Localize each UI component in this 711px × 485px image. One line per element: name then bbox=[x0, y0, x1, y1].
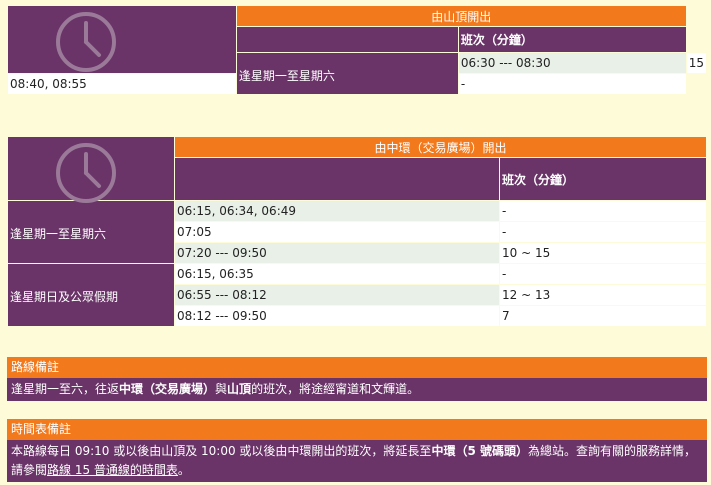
frequency-cell: - bbox=[458, 74, 686, 94]
time-col-header bbox=[175, 158, 499, 200]
note-text: 。 bbox=[177, 463, 190, 477]
timetable-from-peak: 由山頂開出 班次（分鐘） 逢星期一至星期六 06:30 --- 08:30 15… bbox=[7, 5, 707, 95]
frequency-cell: 7 bbox=[500, 306, 706, 326]
frequency-cell: 12 ~ 13 bbox=[500, 285, 706, 305]
frequency-cell: - bbox=[500, 264, 706, 284]
route-note: 路線備註 逢星期一至六，往返中環（交易廣場）與山頂的班次，將途經甯道和文輝道。 bbox=[7, 357, 707, 401]
clock-icon bbox=[56, 143, 116, 203]
route-15-timetable-link[interactable]: 路線 15 普通線的時間表 bbox=[47, 463, 178, 477]
frequency-cell: - bbox=[500, 201, 706, 221]
time-cell: 08:40, 08:55 bbox=[8, 74, 236, 94]
note-text: 逢星期一至六，往返 bbox=[11, 382, 120, 396]
clock-cell bbox=[8, 137, 174, 203]
frequency-col-header: 班次（分鐘） bbox=[458, 27, 686, 52]
note-bold: 中環（5 號碼頭） bbox=[431, 444, 528, 458]
route-note-title: 路線備註 bbox=[7, 357, 707, 378]
time-cell: 07:20 --- 09:50 bbox=[175, 243, 499, 263]
time-cell: 06:15, 06:35 bbox=[175, 264, 499, 284]
day-label: 逢星期日及公眾假期 bbox=[8, 264, 174, 326]
time-cell: 07:05 bbox=[175, 222, 499, 242]
frequency-cell: 15 bbox=[686, 53, 706, 73]
timetable-note: 時間表備註 本路線每日 09:10 或以後由山頂及 10:00 或以後由中環開出… bbox=[7, 419, 707, 482]
frequency-col-header: 班次（分鐘） bbox=[500, 158, 706, 200]
route-note-body: 逢星期一至六，往返中環（交易廣場）與山頂的班次，將途經甯道和文輝道。 bbox=[7, 378, 707, 401]
timetable-from-central: 由中環（交易廣場）開出 班次（分鐘） 逢星期一至星期六 06:15, 06:34… bbox=[7, 136, 707, 327]
note-text: 的班次，將途經甯道和文輝道。 bbox=[251, 382, 420, 396]
note-text: 與 bbox=[215, 382, 228, 396]
time-col-header bbox=[236, 27, 458, 52]
timetable-note-body: 本路線每日 09:10 或以後由山頂及 10:00 或以後由中環開出的班次，將延… bbox=[7, 440, 707, 482]
time-cell: 06:15, 06:34, 06:49 bbox=[175, 201, 499, 221]
day-label: 逢星期一至星期六 bbox=[236, 53, 458, 94]
timetable-note-title: 時間表備註 bbox=[7, 419, 707, 440]
table-header: 由山頂開出 bbox=[236, 6, 686, 26]
note-bold: 山頂 bbox=[227, 382, 252, 396]
time-cell: 06:30 --- 08:30 bbox=[458, 53, 686, 73]
time-cell: 08:12 --- 09:50 bbox=[175, 306, 499, 326]
note-bold: 中環（交易廣場） bbox=[119, 382, 216, 396]
clock-cell bbox=[8, 6, 236, 73]
day-label: 逢星期一至星期六 bbox=[8, 201, 174, 263]
table-header: 由中環（交易廣場）開出 bbox=[175, 137, 706, 157]
time-cell: 06:55 --- 08:12 bbox=[175, 285, 499, 305]
note-text: 本路線每日 09:10 或以後由山頂及 10:00 或以後由中環開出的班次，將延… bbox=[11, 444, 432, 458]
frequency-cell: - bbox=[500, 222, 706, 242]
clock-icon bbox=[56, 12, 116, 72]
frequency-cell: 10 ~ 15 bbox=[500, 243, 706, 263]
